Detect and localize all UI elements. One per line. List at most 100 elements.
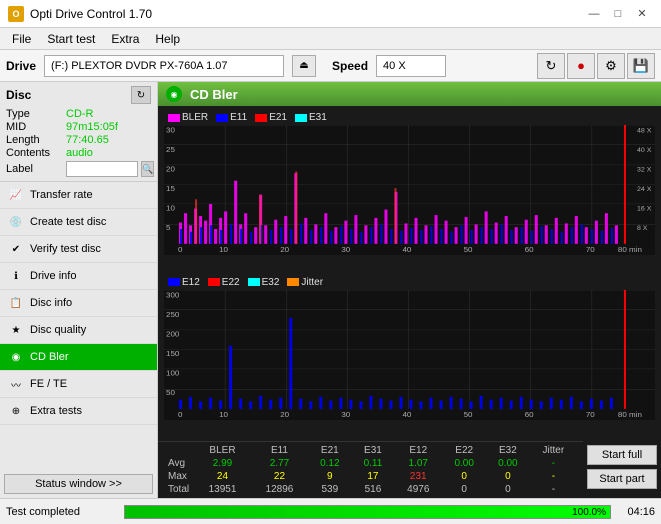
disc-info-icon: 📋 xyxy=(8,295,24,311)
e12-color xyxy=(168,278,180,286)
stats-max-row: Max 24 22 9 17 231 0 0 - xyxy=(164,470,577,483)
col-header-e12: E12 xyxy=(394,444,442,457)
legend-e31: E31 xyxy=(295,112,327,123)
svg-text:10: 10 xyxy=(219,245,228,254)
status-window-button[interactable]: Status window >> xyxy=(4,474,153,494)
extra-tests-icon: ⊕ xyxy=(8,403,24,419)
svg-text:48 X: 48 X xyxy=(637,128,652,135)
sidebar-item-disc-info[interactable]: 📋 Disc info xyxy=(0,290,157,317)
speed-selector[interactable]: 40 X xyxy=(376,55,446,77)
svg-text:0: 0 xyxy=(178,410,182,419)
stats-total-row: Total 13951 12896 539 516 4976 0 0 - xyxy=(164,483,577,496)
legend-e21: E21 xyxy=(255,112,287,123)
legend-e11: E11 xyxy=(216,112,247,123)
legend-e32: E32 xyxy=(248,277,280,288)
svg-text:30: 30 xyxy=(166,126,175,135)
progress-bar-container: 100.0% xyxy=(124,505,611,519)
chart-header: ◉ CD Bler xyxy=(158,82,661,106)
drivebar: Drive (F:) PLEXTOR DVDR PX-760A 1.07 ⏏ S… xyxy=(0,50,661,82)
svg-text:50: 50 xyxy=(464,410,473,419)
drive-label: Drive xyxy=(6,59,36,73)
menu-help[interactable]: Help xyxy=(147,30,188,48)
transfer-rate-icon: 📈 xyxy=(8,187,24,203)
chart1-svg: 30 25 20 15 10 5 48 X 40 X 32 X 24 X 16 … xyxy=(164,125,655,255)
svg-text:8 X: 8 X xyxy=(637,225,648,232)
col-header-e31: E31 xyxy=(352,444,395,457)
cd-bler-icon: ◉ xyxy=(8,349,24,365)
start-part-button[interactable]: Start part xyxy=(587,469,657,489)
menu-file[interactable]: File xyxy=(4,30,39,48)
disc-label-input[interactable] xyxy=(66,161,138,177)
sidebar-item-fe-te[interactable]: 〰 FE / TE xyxy=(0,371,157,398)
disc-mid-row: MID 97m15:05f xyxy=(6,121,151,133)
progress-label: 100.0% xyxy=(572,506,606,520)
settings-button[interactable]: ⚙ xyxy=(597,53,625,79)
action-buttons: Start full Start part xyxy=(583,441,661,493)
content-area: ◉ CD Bler BLER E11 E21 xyxy=(158,82,661,498)
disc-title: Disc xyxy=(6,88,31,102)
svg-text:25: 25 xyxy=(166,145,175,154)
sidebar-item-verify-test-disc[interactable]: ✔ Verify test disc xyxy=(0,236,157,263)
svg-text:70: 70 xyxy=(586,410,595,419)
statusbar: Test completed 100.0% 04:16 xyxy=(0,498,661,524)
minimize-button[interactable]: — xyxy=(583,5,605,23)
menu-extra[interactable]: Extra xyxy=(103,30,147,48)
svg-text:60: 60 xyxy=(525,410,534,419)
svg-text:20: 20 xyxy=(280,410,289,419)
legend-jitter: Jitter xyxy=(287,277,323,288)
svg-text:40: 40 xyxy=(402,410,411,419)
svg-text:100: 100 xyxy=(166,368,179,377)
bler-color xyxy=(168,114,180,122)
record-button[interactable]: ● xyxy=(567,53,595,79)
sidebar-item-transfer-rate[interactable]: 📈 Transfer rate xyxy=(0,182,157,209)
chart2-wrapper: E12 E22 E32 Jitter xyxy=(164,275,655,438)
sidebar-item-cd-bler[interactable]: ◉ CD Bler xyxy=(0,344,157,371)
chart-title: CD Bler xyxy=(190,87,238,102)
sidebar-item-drive-info[interactable]: ℹ Drive info xyxy=(0,263,157,290)
svg-text:32 X: 32 X xyxy=(637,167,652,174)
close-button[interactable]: ✕ xyxy=(631,5,653,23)
svg-text:5: 5 xyxy=(166,223,170,232)
col-header-e32: E32 xyxy=(486,444,530,457)
sidebar-item-disc-quality[interactable]: ★ Disc quality xyxy=(0,317,157,344)
eject-button[interactable]: ⏏ xyxy=(292,55,316,77)
start-full-button[interactable]: Start full xyxy=(587,445,657,465)
svg-text:30: 30 xyxy=(341,245,350,254)
e22-color xyxy=(208,278,220,286)
chart2-legend: E12 E22 E32 Jitter xyxy=(164,275,655,290)
disc-label-icon[interactable]: 🔍 xyxy=(141,161,154,177)
disc-label-row: Label 🔍 xyxy=(6,161,151,177)
svg-text:150: 150 xyxy=(166,349,179,358)
svg-text:60: 60 xyxy=(525,245,534,254)
create-test-disc-icon: 💿 xyxy=(8,214,24,230)
disc-contents-row: Contents audio xyxy=(6,147,151,159)
window-controls: — □ ✕ xyxy=(583,5,653,23)
fe-te-icon: 〰 xyxy=(8,376,24,392)
sidebar-item-extra-tests[interactable]: ⊕ Extra tests xyxy=(0,398,157,425)
refresh-button[interactable]: ↻ xyxy=(537,53,565,79)
legend-bler: BLER xyxy=(168,112,208,123)
save-button[interactable]: 💾 xyxy=(627,53,655,79)
svg-text:10: 10 xyxy=(219,410,228,419)
titlebar: O Opti Drive Control 1.70 — □ ✕ xyxy=(0,0,661,28)
menu-start-test[interactable]: Start test xyxy=(39,30,103,48)
svg-text:30: 30 xyxy=(341,410,350,419)
svg-text:15: 15 xyxy=(166,184,175,193)
e31-color xyxy=(295,114,307,122)
svg-text:20: 20 xyxy=(280,245,289,254)
chart1-legend: BLER E11 E21 E31 xyxy=(164,110,655,125)
svg-text:50: 50 xyxy=(166,388,175,397)
col-header-e21: E21 xyxy=(308,444,352,457)
legend-e12: E12 xyxy=(168,277,200,288)
chart-icon: ◉ xyxy=(166,86,182,102)
svg-text:40: 40 xyxy=(402,245,411,254)
stats-table: BLER E11 E21 E31 E12 E22 E32 Jitter Avg xyxy=(164,444,577,496)
stats-area: BLER E11 E21 E31 E12 E22 E32 Jitter Avg xyxy=(158,441,583,498)
svg-text:50: 50 xyxy=(464,245,473,254)
maximize-button[interactable]: □ xyxy=(607,5,629,23)
svg-text:24 X: 24 X xyxy=(637,186,652,193)
drive-selector[interactable]: (F:) PLEXTOR DVDR PX-760A 1.07 xyxy=(44,55,284,77)
svg-text:16 X: 16 X xyxy=(637,206,652,213)
sidebar-item-create-test-disc[interactable]: 💿 Create test disc xyxy=(0,209,157,236)
disc-refresh-button[interactable]: ↻ xyxy=(131,86,151,104)
